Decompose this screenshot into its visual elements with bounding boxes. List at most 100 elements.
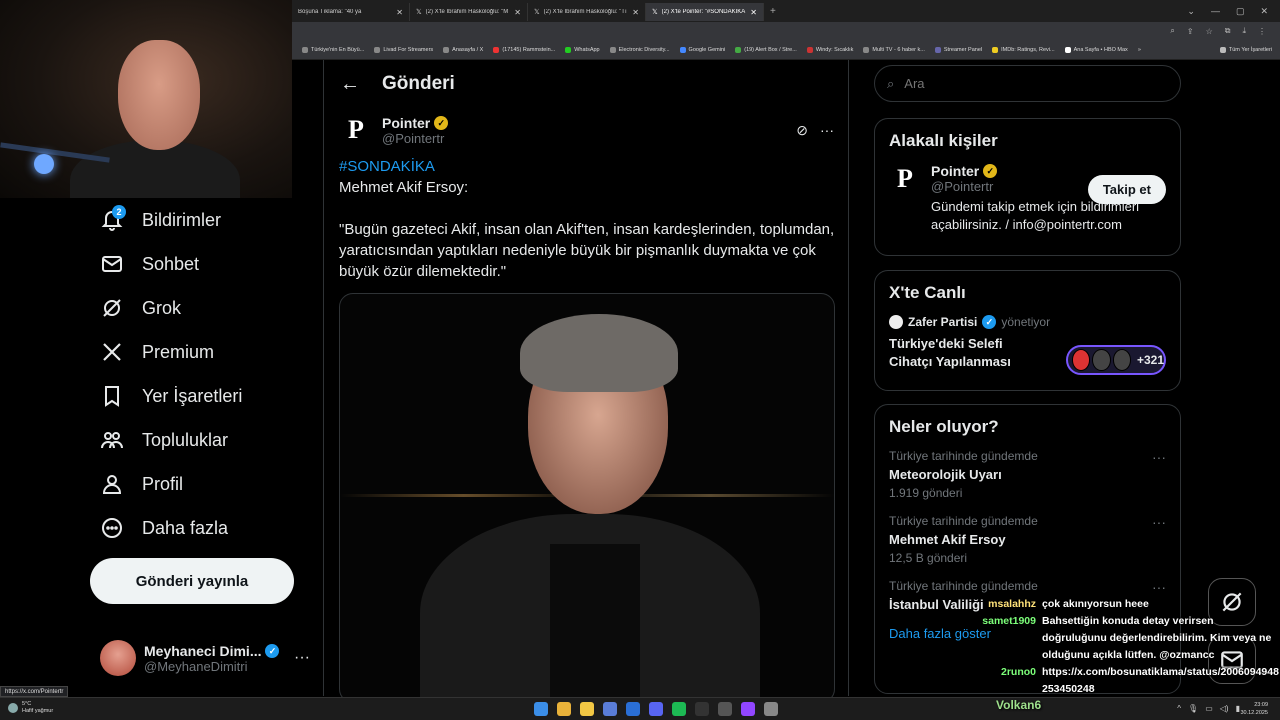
new-tab-button[interactable]: + xyxy=(770,6,776,17)
volume-icon[interactable]: ◁) xyxy=(1220,704,1229,713)
close-window-icon[interactable]: ✕ xyxy=(1260,6,1268,17)
app-icon[interactable] xyxy=(741,702,755,716)
page-title: Gönderi xyxy=(382,73,455,94)
author-name[interactable]: Pointer xyxy=(382,115,430,131)
nav-item-grok[interactable]: Grok xyxy=(90,286,310,330)
download-icon[interactable]: ⤓ xyxy=(1242,26,1246,36)
battery-icon[interactable]: ▮ xyxy=(1236,704,1240,713)
mic-icon[interactable]: 🎙 xyxy=(1188,704,1198,713)
bookmark[interactable]: Multi TV - 6 haber k... xyxy=(863,46,925,53)
left-nav: 2 Bildirimler Sohbet Grok Premium Yer İş… xyxy=(90,198,310,550)
post-image[interactable] xyxy=(339,293,835,703)
browser-tab[interactable]: Boşuna Tıklama: "40 ya ✕ xyxy=(292,3,410,21)
account-switcher[interactable]: Meyhaneci Dimi... ✓ @MeyhaneDimitri ··· xyxy=(100,636,310,680)
app-icon[interactable] xyxy=(626,702,640,716)
pointer-logo-icon[interactable]: P xyxy=(340,114,372,146)
browser-tab-strip: Boşuna Tıklama: "40 ya ✕ 𝕏 (2) X'te İbrahi… xyxy=(292,0,1280,22)
chat-text: Bahsettiğin konuda detay verirsen doğrul… xyxy=(1042,615,1272,661)
app-icon[interactable] xyxy=(603,702,617,716)
nav-item-bookmarks[interactable]: Yer İşaretleri xyxy=(90,374,310,418)
bookmark[interactable]: Electronic Diversity... xyxy=(609,46,670,53)
trend-item[interactable]: Türkiye tarihinde gündemde Meteorolojik … xyxy=(889,449,1166,500)
app-icon[interactable] xyxy=(764,702,778,716)
nav-label: Topluluklar xyxy=(142,429,229,450)
communities-icon xyxy=(101,432,123,449)
search-input[interactable] xyxy=(904,76,1155,91)
post-more-icon[interactable]: ··· xyxy=(820,122,834,139)
browser-tab[interactable]: 𝕏 (2) X'te İbrahim Haskoloğlu: "M ✕ xyxy=(410,3,528,21)
host-name: Zafer Partisi xyxy=(908,315,978,329)
bookmark[interactable]: Anasayfa / X xyxy=(443,46,483,53)
weather-widget[interactable]: 5°C Hafif yağmur xyxy=(8,701,53,715)
nav-item-communities[interactable]: Topluluklar xyxy=(90,418,310,462)
close-tab-icon[interactable]: ✕ xyxy=(632,8,639,17)
discord-icon[interactable] xyxy=(649,702,663,716)
chrome-icon[interactable] xyxy=(557,702,571,716)
nav-item-notifications[interactable]: 2 Bildirimler xyxy=(90,198,310,242)
trend-more-icon[interactable]: ··· xyxy=(1152,579,1166,595)
stream-chat-overlay: msalahhz çok akınıyorsun heee samet1909 … xyxy=(980,596,1280,698)
menu-icon[interactable]: ⋮ xyxy=(1258,27,1266,36)
bookmark-label: (17145) Rammstein... xyxy=(502,46,556,53)
author-handle[interactable]: @Pointertr xyxy=(382,131,448,146)
back-arrow-icon[interactable]: ← xyxy=(340,73,360,96)
close-tab-icon[interactable]: ✕ xyxy=(396,8,403,17)
nav-item-chat[interactable]: Sohbet xyxy=(90,242,310,286)
nav-item-profile[interactable]: Profil xyxy=(90,462,310,506)
bookmark[interactable]: » xyxy=(1138,47,1141,53)
grok-explain-icon[interactable]: ⊘ xyxy=(796,122,808,139)
bookmark[interactable]: WhatsApp xyxy=(565,46,600,53)
app-icon[interactable] xyxy=(718,702,732,716)
bookmark-label: Streamer Panel xyxy=(943,46,983,53)
clock-time: 23:09 xyxy=(1254,702,1268,708)
trend-context: Türkiye tarihinde gündemde xyxy=(889,449,1038,463)
listeners-pill[interactable]: +321 xyxy=(1066,345,1166,375)
browser-tab[interactable]: 𝕏 (2) X'te İbrahim Haskoloğlu: "Tı ✕ xyxy=(528,3,646,21)
share-icon[interactable]: ⇪ xyxy=(1187,27,1194,36)
bookmark[interactable]: Türkiye'nin En Büyü... xyxy=(302,46,364,53)
tray-chevron-icon[interactable]: ^ xyxy=(1177,704,1181,713)
hashtag-link[interactable]: #SONDAKİKA xyxy=(339,156,839,177)
post-header: ← Gönderi xyxy=(324,60,848,108)
browser-tab-active[interactable]: 𝕏 (2) X'te Pointer: "#SONDAKİKA ✕ xyxy=(646,3,764,21)
minimize-icon[interactable]: — xyxy=(1211,6,1220,17)
bookmark[interactable]: Windy: Sıcaklık xyxy=(806,46,853,53)
tab-search-icon[interactable]: ⌄ xyxy=(1187,6,1195,17)
post-button[interactable]: Gönderi yayınla xyxy=(90,558,294,604)
close-tab-icon[interactable]: ✕ xyxy=(750,8,757,17)
follow-button[interactable]: Takip et xyxy=(1087,175,1166,204)
card-title: Alakalı kişiler xyxy=(889,131,998,150)
nav-label: Daha fazla xyxy=(142,517,229,538)
spotify-icon[interactable] xyxy=(672,702,686,716)
nav-item-more[interactable]: Daha fazla xyxy=(90,506,310,550)
extensions-icon[interactable]: ⧉ xyxy=(1225,26,1231,36)
post-quote: "Bugün gazeteci Akif, insan olan Akif'te… xyxy=(339,221,835,280)
close-tab-icon[interactable]: ✕ xyxy=(514,8,521,17)
trend-more-icon[interactable]: ··· xyxy=(1152,449,1166,465)
maximize-icon[interactable]: ▢ xyxy=(1236,6,1245,17)
search-box[interactable]: ⌕ xyxy=(874,65,1181,102)
bookmark[interactable]: IMDb: Ratings, Revi... xyxy=(992,46,1055,53)
nav-item-premium[interactable]: Premium xyxy=(90,330,310,374)
window-controls: ⌄ — ▢ ✕ xyxy=(1187,6,1280,17)
trend-more-icon[interactable]: ··· xyxy=(1152,514,1166,530)
bookmark[interactable]: Ana Sayfa • HBO Max xyxy=(1064,46,1128,53)
zoom-icon[interactable]: ⌕ xyxy=(1170,26,1174,36)
all-bookmarks-folder[interactable]: Tüm Yer İşaretleri xyxy=(1219,46,1280,53)
star-icon[interactable]: ☆ xyxy=(1206,27,1213,36)
file-explorer-icon[interactable] xyxy=(580,702,594,716)
trend-item[interactable]: Türkiye tarihinde gündemde Mehmet Akif E… xyxy=(889,514,1166,565)
bookmark[interactable]: (19) Alert Box / Stre... xyxy=(735,46,797,53)
bookmark[interactable]: Streamer Panel xyxy=(934,46,983,53)
bookmark[interactable]: Livad For Streamers xyxy=(374,46,433,53)
start-icon[interactable] xyxy=(534,702,548,716)
grok-icon xyxy=(103,299,121,317)
account-more-icon[interactable]: ··· xyxy=(294,649,310,667)
network-icon[interactable]: ▭ xyxy=(1205,704,1213,713)
clock[interactable]: 23:09 30.12.2025 xyxy=(1240,701,1268,717)
bookmark[interactable]: Google Gemini xyxy=(679,46,725,53)
avatar xyxy=(100,640,136,676)
bookmark[interactable]: (17145) Rammstein... xyxy=(493,46,556,53)
epic-games-icon[interactable] xyxy=(695,702,709,716)
live-on-x-card[interactable]: X'te Canlı Zafer Partisi ✓ yönetiyor Tür… xyxy=(874,270,1181,391)
